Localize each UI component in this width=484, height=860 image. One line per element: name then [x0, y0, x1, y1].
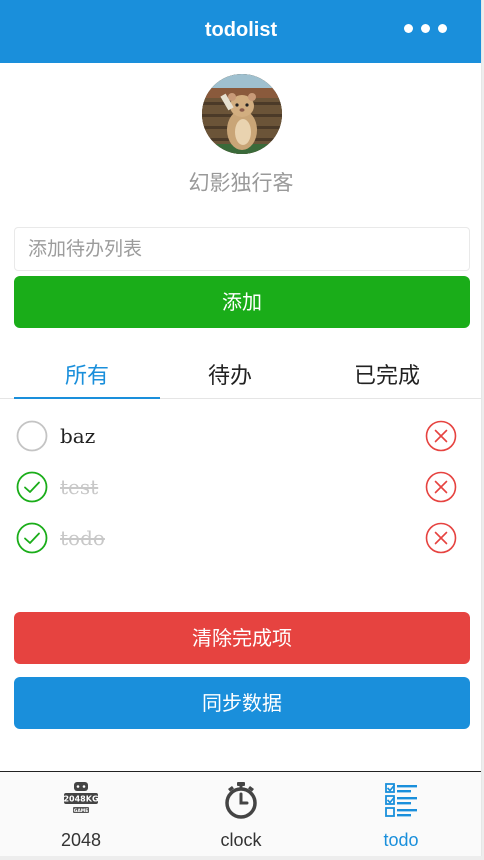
todo-text: todo	[60, 526, 105, 550]
tabbar-item-todo[interactable]: todo	[321, 772, 481, 856]
navigation-bar: todolist	[0, 0, 481, 63]
active-tab-indicator	[14, 397, 160, 399]
tab-pending[interactable]: 待办	[160, 358, 300, 399]
stopwatch-icon	[225, 782, 257, 819]
tabbar-label: 2048	[60, 830, 102, 850]
user-profile: 幻影独行客	[0, 63, 481, 213]
tabbar-item-clock[interactable]: clock	[161, 772, 321, 856]
todo-text: test	[60, 475, 99, 499]
app-frame: todolist 幻影独行客 添加待办列表 添加 所有 待办 已完成 baz t…	[0, 0, 482, 856]
username: 幻影独行客	[188, 171, 294, 195]
checked-circle-icon[interactable]	[16, 471, 48, 503]
svg-text:2048KG: 2048KG	[63, 795, 98, 804]
more-menu-icon[interactable]	[404, 24, 447, 36]
game-2048-icon: 2048KG GAME	[63, 782, 99, 814]
todo-list-icon	[385, 783, 417, 817]
tab-all[interactable]: 所有	[14, 358, 160, 399]
todo-item: todo	[0, 518, 481, 558]
clear-completed-button[interactable]: 清除完成项	[14, 612, 470, 664]
tab-completed[interactable]: 已完成	[310, 358, 464, 399]
checked-circle-icon[interactable]	[16, 522, 48, 554]
delete-icon[interactable]	[425, 522, 457, 554]
todo-input[interactable]	[14, 227, 470, 271]
avatar	[202, 74, 282, 154]
sync-data-button[interactable]: 同步数据	[14, 677, 470, 729]
todo-item: test	[0, 467, 481, 507]
add-button[interactable]: 添加	[14, 276, 470, 328]
svg-text:GAME: GAME	[74, 808, 89, 814]
unchecked-circle-icon[interactable]	[16, 420, 48, 452]
tabbar-label: todo	[383, 830, 419, 850]
todo-item: baz	[0, 416, 481, 456]
delete-icon[interactable]	[425, 471, 457, 503]
filter-tabs: 所有 待办 已完成	[0, 350, 481, 399]
todo-text: baz	[60, 424, 96, 448]
tabbar-label: clock	[220, 830, 262, 850]
bottom-tab-bar: 2048KG GAME 2048 clock todo	[0, 771, 481, 856]
delete-icon[interactable]	[425, 420, 457, 452]
tabbar-item-2048[interactable]: 2048KG GAME 2048	[1, 772, 161, 856]
